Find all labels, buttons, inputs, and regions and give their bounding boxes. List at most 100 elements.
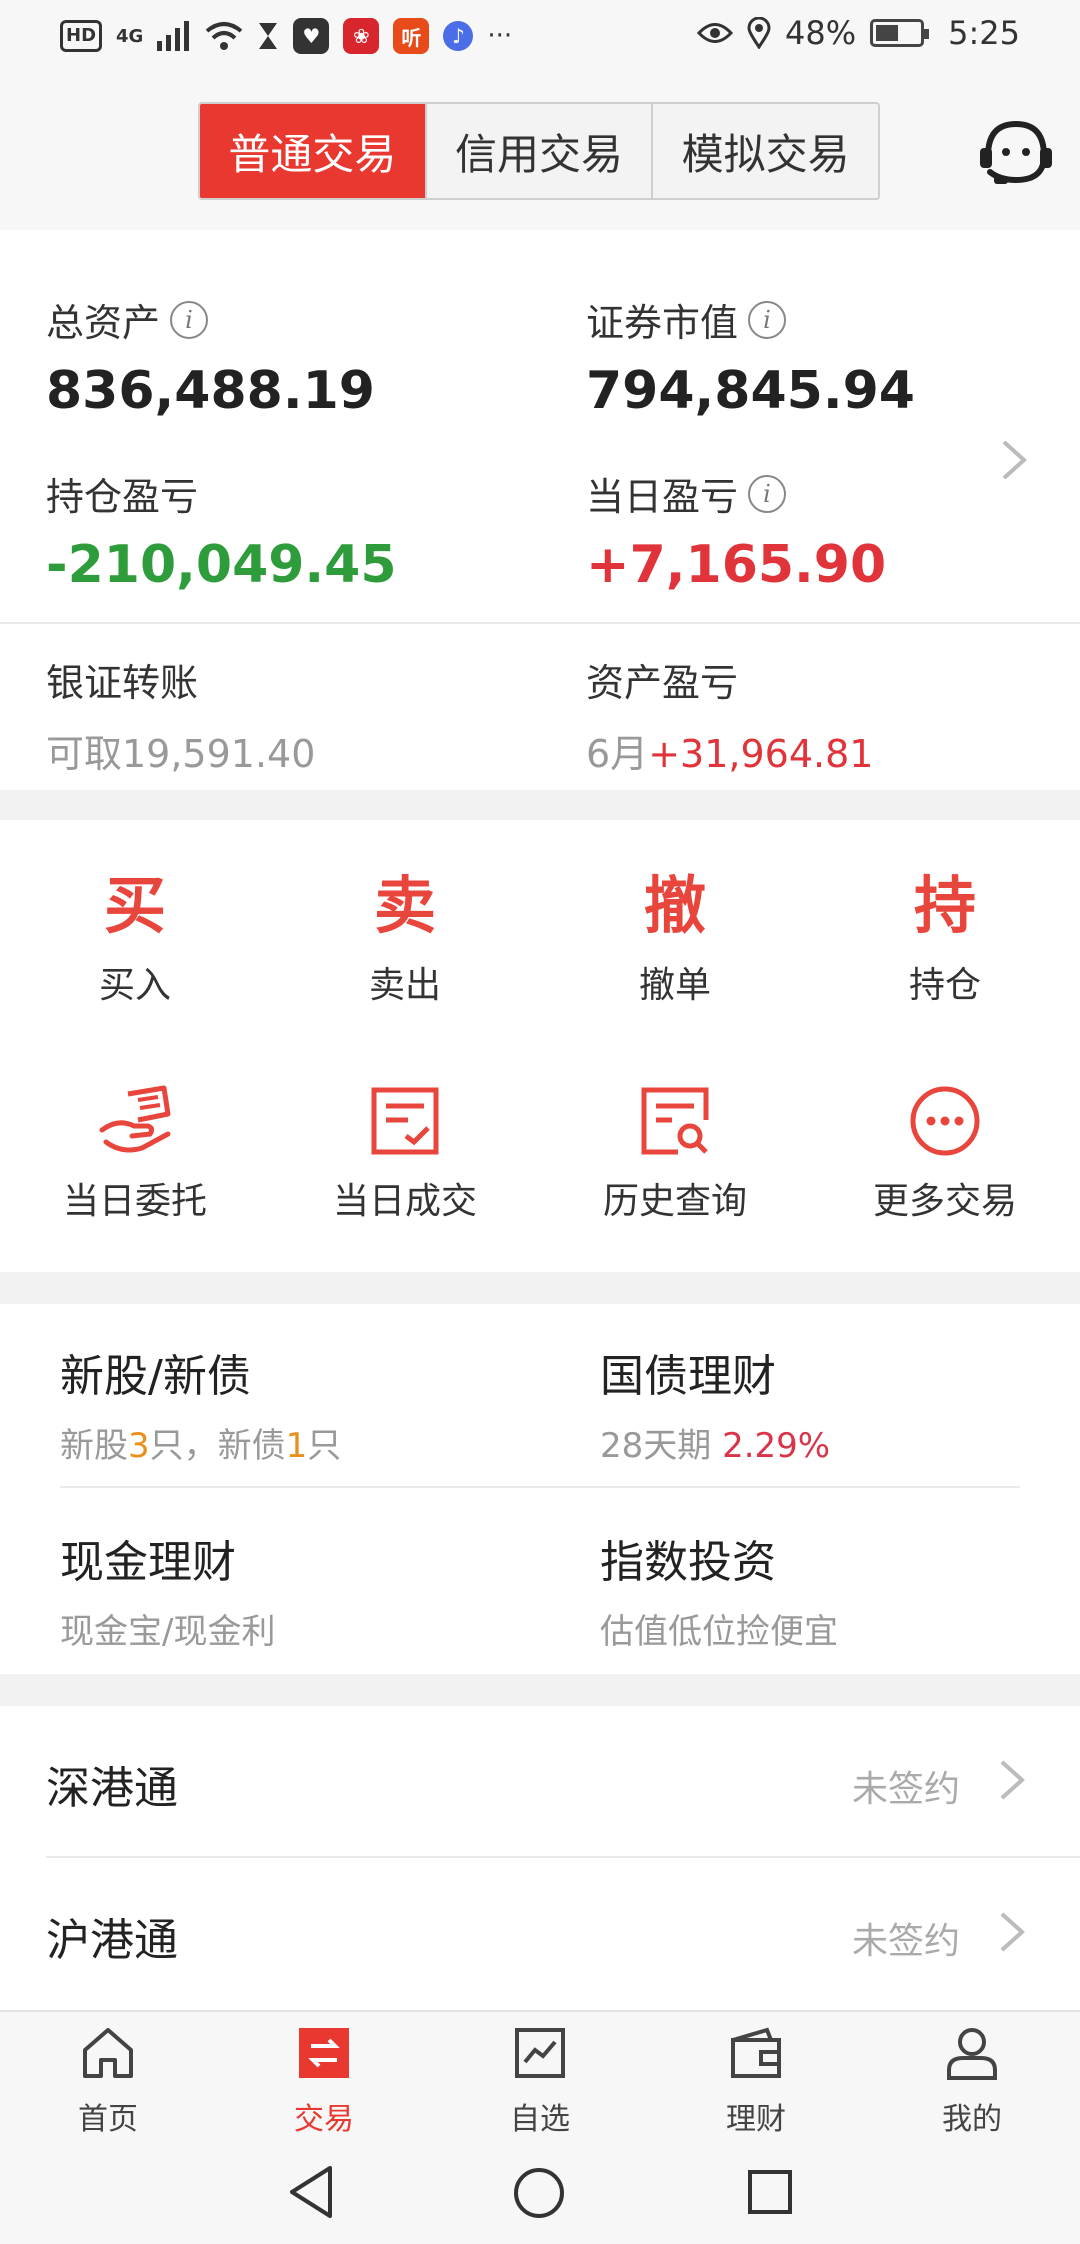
- cancel-label: 撤单: [638, 965, 711, 1006]
- more-trades-button[interactable]: 更多交易: [810, 1084, 1080, 1224]
- ipo-stock-count: 3: [128, 1426, 150, 1466]
- tab-watchlist[interactable]: 自选: [432, 2024, 648, 2138]
- holdings-icon: 持: [913, 869, 976, 942]
- recents-icon[interactable]: [746, 2168, 794, 2216]
- ipo-bond-count: 1: [285, 1426, 308, 1466]
- today-deals-label: 当日成交: [332, 1181, 477, 1222]
- tab-home[interactable]: 首页: [0, 2024, 216, 2138]
- wallet-icon: [731, 2027, 781, 2078]
- holdings-button[interactable]: 持 持仓: [810, 866, 1080, 1008]
- home-circle-icon[interactable]: [512, 2166, 566, 2220]
- buy-button[interactable]: 买 买入: [0, 866, 270, 1008]
- market-value-label: 证券市值: [586, 301, 739, 345]
- more-trades-label: 更多交易: [872, 1181, 1017, 1222]
- history-query-button[interactable]: 历史查询: [540, 1084, 810, 1224]
- holdings-label: 持仓: [908, 965, 981, 1006]
- divider: [60, 1486, 1020, 1488]
- index-title: 指数投资: [600, 1537, 776, 1588]
- position-pl-value: -210,049.45: [46, 535, 397, 595]
- app-notification-icon: ♥: [293, 18, 330, 54]
- chevron-right-icon[interactable]: [1000, 438, 1028, 482]
- exchange-icon: [299, 2028, 349, 2078]
- tab-profile[interactable]: 我的: [864, 2024, 1080, 2138]
- user-icon: [947, 2028, 997, 2080]
- cancel-icon: 撤: [643, 869, 706, 942]
- buy-label: 买入: [98, 965, 171, 1006]
- trade-mode-switch: 普通交易 信用交易 模拟交易: [198, 102, 880, 200]
- divider: [0, 622, 1080, 624]
- withdrawable-amount: 可取19,591.40: [46, 732, 316, 776]
- sign-status: 未签约: [851, 1769, 960, 1810]
- document-search-icon: [641, 1087, 709, 1155]
- clock: 5:25: [948, 14, 1020, 52]
- trade-header: 普通交易 信用交易 模拟交易: [0, 72, 1080, 230]
- battery-percent: 48%: [785, 14, 857, 52]
- asset-pl-entry[interactable]: 资产盈亏 6月+31,964.81: [586, 652, 873, 778]
- total-assets-label: 总资产: [46, 301, 161, 345]
- chevron-right-icon: [1000, 1760, 1025, 1800]
- music-app-icon: ♪: [443, 21, 474, 51]
- total-assets-block: 总资产 i 836,488.19: [46, 292, 375, 421]
- back-icon[interactable]: [286, 2164, 336, 2220]
- today-orders-label: 当日委托: [62, 1181, 207, 1222]
- asset-pl-label: 资产盈亏: [586, 661, 739, 705]
- network-indicator: 4G: [116, 25, 144, 47]
- chart-icon: [515, 2028, 565, 2078]
- cash-subtitle: 现金宝/现金利: [60, 1612, 276, 1652]
- total-assets-value: 836,488.19: [46, 361, 375, 421]
- asset-pl-month: 6月: [586, 732, 649, 776]
- ipo-entry[interactable]: 新股/新债 新股3只，新债1只: [60, 1340, 341, 1467]
- treasury-subtitle: 28天期 2.29%: [600, 1426, 831, 1466]
- list-item-shenzhen-hk[interactable]: 深港通 未签约: [0, 1706, 1080, 1856]
- list-item-title: 沪港通: [46, 1915, 178, 1966]
- market-value-block: 证券市值 i 794,845.94: [586, 292, 915, 421]
- products-section: 新股/新债 新股3只，新债1只 国债理财 28天期 2.29% 现金理财 现金宝…: [0, 1304, 1080, 1674]
- today-deals-button[interactable]: 当日成交: [270, 1084, 540, 1224]
- listen-app-icon: 听: [393, 18, 430, 54]
- info-icon[interactable]: i: [748, 474, 787, 513]
- sell-label: 卖出: [368, 965, 441, 1006]
- cash-management-entry[interactable]: 现金理财 现金宝/现金利: [60, 1526, 275, 1653]
- buy-icon: 买: [103, 869, 166, 942]
- tab-trade[interactable]: 交易: [216, 2024, 432, 2138]
- bank-transfer-label: 银证转账: [46, 661, 199, 705]
- tab-label: 自选: [510, 2102, 570, 2137]
- hourglass-icon: [259, 23, 278, 49]
- tab-margin-trade[interactable]: 信用交易: [427, 104, 654, 198]
- treasury-entry[interactable]: 国债理财 28天期 2.29%: [600, 1340, 830, 1467]
- chevron-right-icon: [1000, 1912, 1025, 1952]
- index-subtitle: 估值低位捡便宜: [600, 1612, 838, 1652]
- tab-finance[interactable]: 理财: [648, 2024, 864, 2138]
- account-summary[interactable]: 总资产 i 836,488.19 证券市值 i 794,845.94 持仓盈亏 -2…: [0, 230, 1080, 790]
- battery-icon: [870, 19, 930, 47]
- position-pl-block: 持仓盈亏 -210,049.45: [46, 466, 397, 595]
- tab-label: 首页: [78, 2102, 138, 2137]
- tab-normal-trade[interactable]: 普通交易: [200, 104, 427, 198]
- trade-actions-grid: 买 买入 卖 卖出 撤 撤单 持 持仓 当日委托 当日成交 历史查询 更多交易: [0, 820, 1080, 1272]
- history-query-label: 历史查询: [602, 1181, 747, 1222]
- signal-icon: [157, 21, 190, 51]
- position-pl-label: 持仓盈亏: [46, 475, 199, 519]
- tab-label: 理财: [726, 2102, 786, 2137]
- tab-label: 我的: [942, 2102, 1002, 2137]
- daily-pl-value: +7,165.90: [586, 535, 887, 595]
- system-navigation-bar: [0, 2140, 1080, 2244]
- info-icon[interactable]: i: [170, 300, 209, 339]
- location-icon: [747, 17, 771, 49]
- sign-status: 未签约: [851, 1921, 960, 1962]
- list-item-title: 深港通: [46, 1763, 178, 1814]
- hand-document-icon: [99, 1085, 171, 1153]
- app-notification-icon: ❀: [343, 18, 380, 54]
- daily-pl-label: 当日盈亏: [586, 475, 739, 519]
- customer-service-icon[interactable]: [976, 112, 1056, 192]
- bank-transfer-entry[interactable]: 银证转账 可取19,591.40: [46, 652, 315, 778]
- today-orders-button[interactable]: 当日委托: [0, 1084, 270, 1224]
- sell-button[interactable]: 卖 卖出: [270, 866, 540, 1008]
- info-icon[interactable]: i: [748, 300, 787, 339]
- cancel-order-button[interactable]: 撤 撤单: [540, 866, 810, 1008]
- index-investing-entry[interactable]: 指数投资 估值低位捡便宜: [600, 1526, 838, 1653]
- ipo-subtitle: 新股3只，新债1只: [60, 1426, 342, 1466]
- list-item-shanghai-hk[interactable]: 沪港通 未签约: [0, 1858, 1080, 2008]
- tab-simulated-trade[interactable]: 模拟交易: [653, 104, 878, 198]
- hk-connect-list: 深港通 未签约 沪港通 未签约: [0, 1706, 1080, 2010]
